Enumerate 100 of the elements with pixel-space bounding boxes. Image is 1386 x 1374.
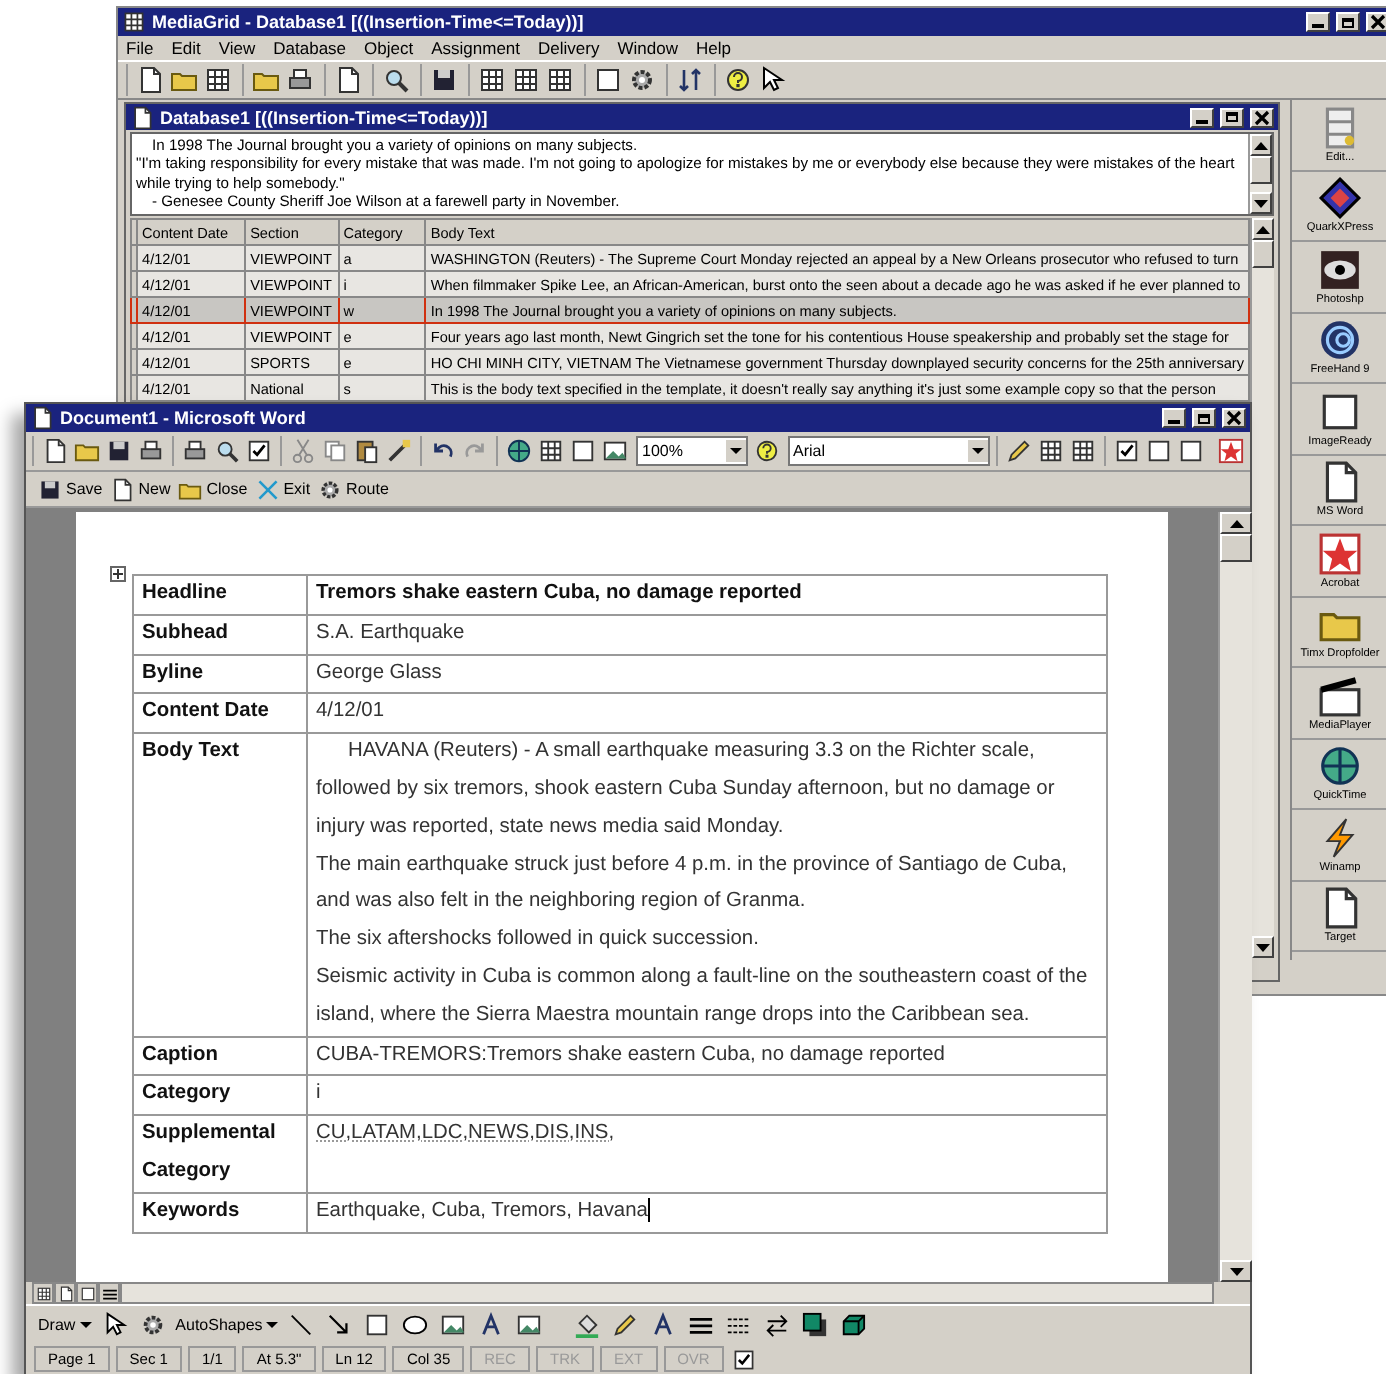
- toolbar-button[interactable]: [600, 436, 630, 466]
- scroll-up-button[interactable]: [1250, 134, 1272, 156]
- toolbar-button[interactable]: [626, 64, 658, 96]
- menu-item[interactable]: Database: [273, 38, 347, 58]
- scroll-down-button[interactable]: [1220, 1260, 1252, 1282]
- view-button[interactable]: [54, 1282, 76, 1304]
- toolbar-button[interactable]: [610, 1310, 641, 1340]
- toolbar-button[interactable]: [838, 1310, 869, 1340]
- menu-item[interactable]: Help: [695, 38, 731, 58]
- check-icon: [246, 438, 272, 464]
- toolbar-button[interactable]: [1003, 436, 1033, 466]
- toolbar-button[interactable]: Route: [318, 477, 389, 501]
- minimize-button[interactable]: [1190, 107, 1214, 127]
- maximize-button[interactable]: [1192, 408, 1216, 428]
- font-dropdown[interactable]: Arial: [787, 436, 989, 466]
- scrollbar-thumb[interactable]: [1252, 240, 1274, 268]
- toolbar-button[interactable]: [1035, 436, 1065, 466]
- menu-item[interactable]: File: [126, 38, 154, 58]
- toolbar-button[interactable]: [572, 1310, 603, 1340]
- minimize-button[interactable]: [1306, 12, 1330, 32]
- autoshapes-menu[interactable]: AutoShapes: [175, 1316, 279, 1334]
- down-arrow-icon: [1229, 1267, 1243, 1275]
- toolbar-button[interactable]: [428, 64, 460, 96]
- maximize-button[interactable]: [1220, 107, 1244, 127]
- maximize-button[interactable]: [1336, 12, 1360, 32]
- field-value: The main earthquake struck just before 4 p.m. in the province of Santiago de Cuba, and was also felt in the neighboring region of Granma.: [316, 851, 1069, 917]
- vertical-scrollbar[interactable]: [1218, 512, 1252, 1282]
- toolbar-button[interactable]: [1175, 436, 1205, 466]
- film-icon: [1318, 673, 1362, 718]
- toolbar-button[interactable]: [286, 1310, 317, 1340]
- toolbar-button[interactable]: Save: [38, 477, 103, 501]
- menu-item[interactable]: Window: [617, 38, 678, 58]
- close-button[interactable]: [1366, 12, 1386, 32]
- toolbar-button[interactable]: [1067, 436, 1097, 466]
- table-move-handle[interactable]: [110, 566, 126, 582]
- menu-item[interactable]: Assignment: [431, 38, 521, 58]
- field-value: 4/12/01: [316, 698, 386, 727]
- toolbar-button[interactable]: [202, 64, 234, 96]
- pencil-icon: [612, 1312, 639, 1338]
- toolbar-button[interactable]: [384, 436, 414, 466]
- scrollbar-thumb[interactable]: [1220, 534, 1252, 562]
- toolbar-button[interactable]: [104, 436, 134, 466]
- close-button[interactable]: [1222, 408, 1246, 428]
- toolbar-button[interactable]: Exit: [255, 477, 311, 501]
- toolbar-button[interactable]: [762, 1310, 793, 1340]
- menu-item[interactable]: View: [218, 38, 256, 58]
- toolbar-button[interactable]: [1143, 436, 1173, 466]
- grid-icon: [122, 10, 146, 34]
- square-icon: [1318, 389, 1362, 434]
- scrollbar-thumb[interactable]: [1250, 156, 1272, 184]
- view-button[interactable]: [32, 1282, 54, 1304]
- field-label: Supplemental Category: [133, 1115, 307, 1193]
- horizontal-scrollbar[interactable]: [120, 1282, 1214, 1304]
- toolbar-button[interactable]: [568, 436, 598, 466]
- toolbar-button[interactable]: [380, 64, 412, 96]
- toolbar-button[interactable]: [592, 64, 624, 96]
- toolbar-button[interactable]: Close: [178, 477, 248, 501]
- toolbar-button[interactable]: [352, 436, 382, 466]
- toolbar-button[interactable]: [476, 64, 508, 96]
- toolbar-button[interactable]: [400, 1310, 431, 1340]
- toolbar-button[interactable]: New: [110, 477, 171, 501]
- square-icon: [79, 1285, 95, 1301]
- draw-menu[interactable]: Draw: [38, 1316, 92, 1334]
- vertical-scrollbar[interactable]: [1250, 218, 1274, 958]
- toolbar-button[interactable]: [722, 64, 754, 96]
- toolbar-button[interactable]: [212, 436, 242, 466]
- toolbar-button[interactable]: [244, 436, 274, 466]
- menu-item[interactable]: Edit: [171, 38, 201, 58]
- toolbar-button[interactable]: [754, 436, 781, 466]
- toolbar-button[interactable]: [438, 1310, 469, 1340]
- star-icon: [1217, 438, 1244, 464]
- scroll-down-button[interactable]: [1250, 192, 1272, 214]
- toolbar-button[interactable]: [504, 436, 534, 466]
- paste-icon: [354, 438, 380, 464]
- view-button[interactable]: [76, 1282, 98, 1304]
- scroll-up-button[interactable]: [1252, 218, 1274, 240]
- vertical-scrollbar[interactable]: [1248, 134, 1272, 214]
- view-button[interactable]: [98, 1282, 120, 1304]
- menu-item[interactable]: Delivery: [538, 38, 600, 58]
- toolbar-button[interactable]: [544, 64, 576, 96]
- close-button[interactable]: [1250, 107, 1274, 127]
- pointer-icon: [101, 1312, 128, 1338]
- caret-icon: [266, 1322, 279, 1328]
- lines-icon: [101, 1285, 117, 1301]
- toolbar-button[interactable]: [362, 1310, 393, 1340]
- minimize-button[interactable]: [1162, 408, 1186, 428]
- grid-icon: [546, 66, 574, 94]
- toolbar-button[interactable]: [1111, 436, 1141, 466]
- scroll-up-button[interactable]: [1220, 512, 1252, 534]
- toolbar-button[interactable]: [800, 1310, 831, 1340]
- down-arrow-icon: [1256, 943, 1270, 951]
- up-arrow-icon: [1256, 225, 1270, 233]
- toolbar-button[interactable]: [674, 64, 706, 96]
- up-arrow-icon: [1254, 141, 1268, 149]
- toolbar-button[interactable]: [514, 1310, 545, 1340]
- zoom-dropdown[interactable]: 100%: [636, 436, 748, 466]
- toolbar-button[interactable]: [510, 64, 542, 96]
- scroll-down-button[interactable]: [1252, 936, 1274, 958]
- menu-item[interactable]: Object: [364, 38, 414, 58]
- toolbar-button[interactable]: [536, 436, 566, 466]
